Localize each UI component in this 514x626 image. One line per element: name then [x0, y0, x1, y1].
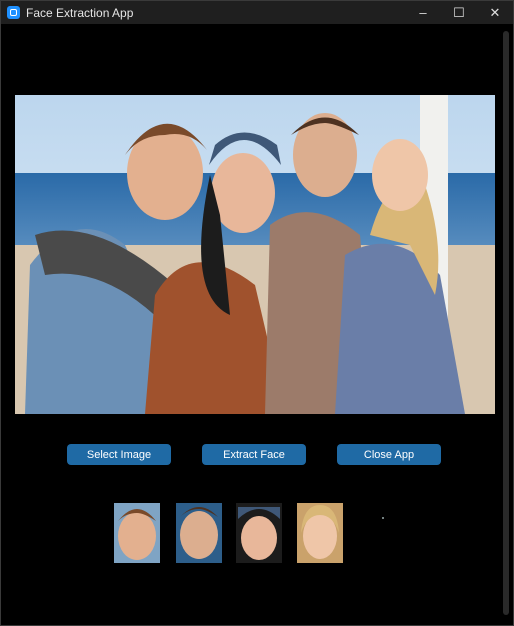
main-image: [15, 95, 495, 414]
extracted-face-1: [114, 503, 160, 563]
extracted-face-3: [236, 503, 282, 563]
extracted-face-2: [176, 503, 222, 563]
extract-face-button[interactable]: Extract Face: [202, 444, 306, 465]
maximize-icon[interactable]: ☐: [441, 1, 477, 24]
vertical-scrollbar[interactable]: [503, 31, 509, 615]
minimize-icon[interactable]: –: [405, 1, 441, 24]
select-image-button[interactable]: Select Image: [67, 444, 171, 465]
close-app-button[interactable]: Close App: [337, 444, 441, 465]
window-controls: – ☐ ✕: [405, 1, 513, 24]
stray-pixel: [382, 517, 384, 519]
extracted-face-4: [297, 503, 343, 563]
window-title: Face Extraction App: [26, 5, 134, 20]
app-window: Face Extraction App – ☐ ✕ Select Image E…: [0, 0, 514, 626]
title-bar: Face Extraction App – ☐ ✕: [1, 1, 513, 24]
app-logo-icon: [7, 6, 20, 19]
group-photo: [15, 95, 495, 414]
close-window-icon[interactable]: ✕: [477, 1, 513, 24]
